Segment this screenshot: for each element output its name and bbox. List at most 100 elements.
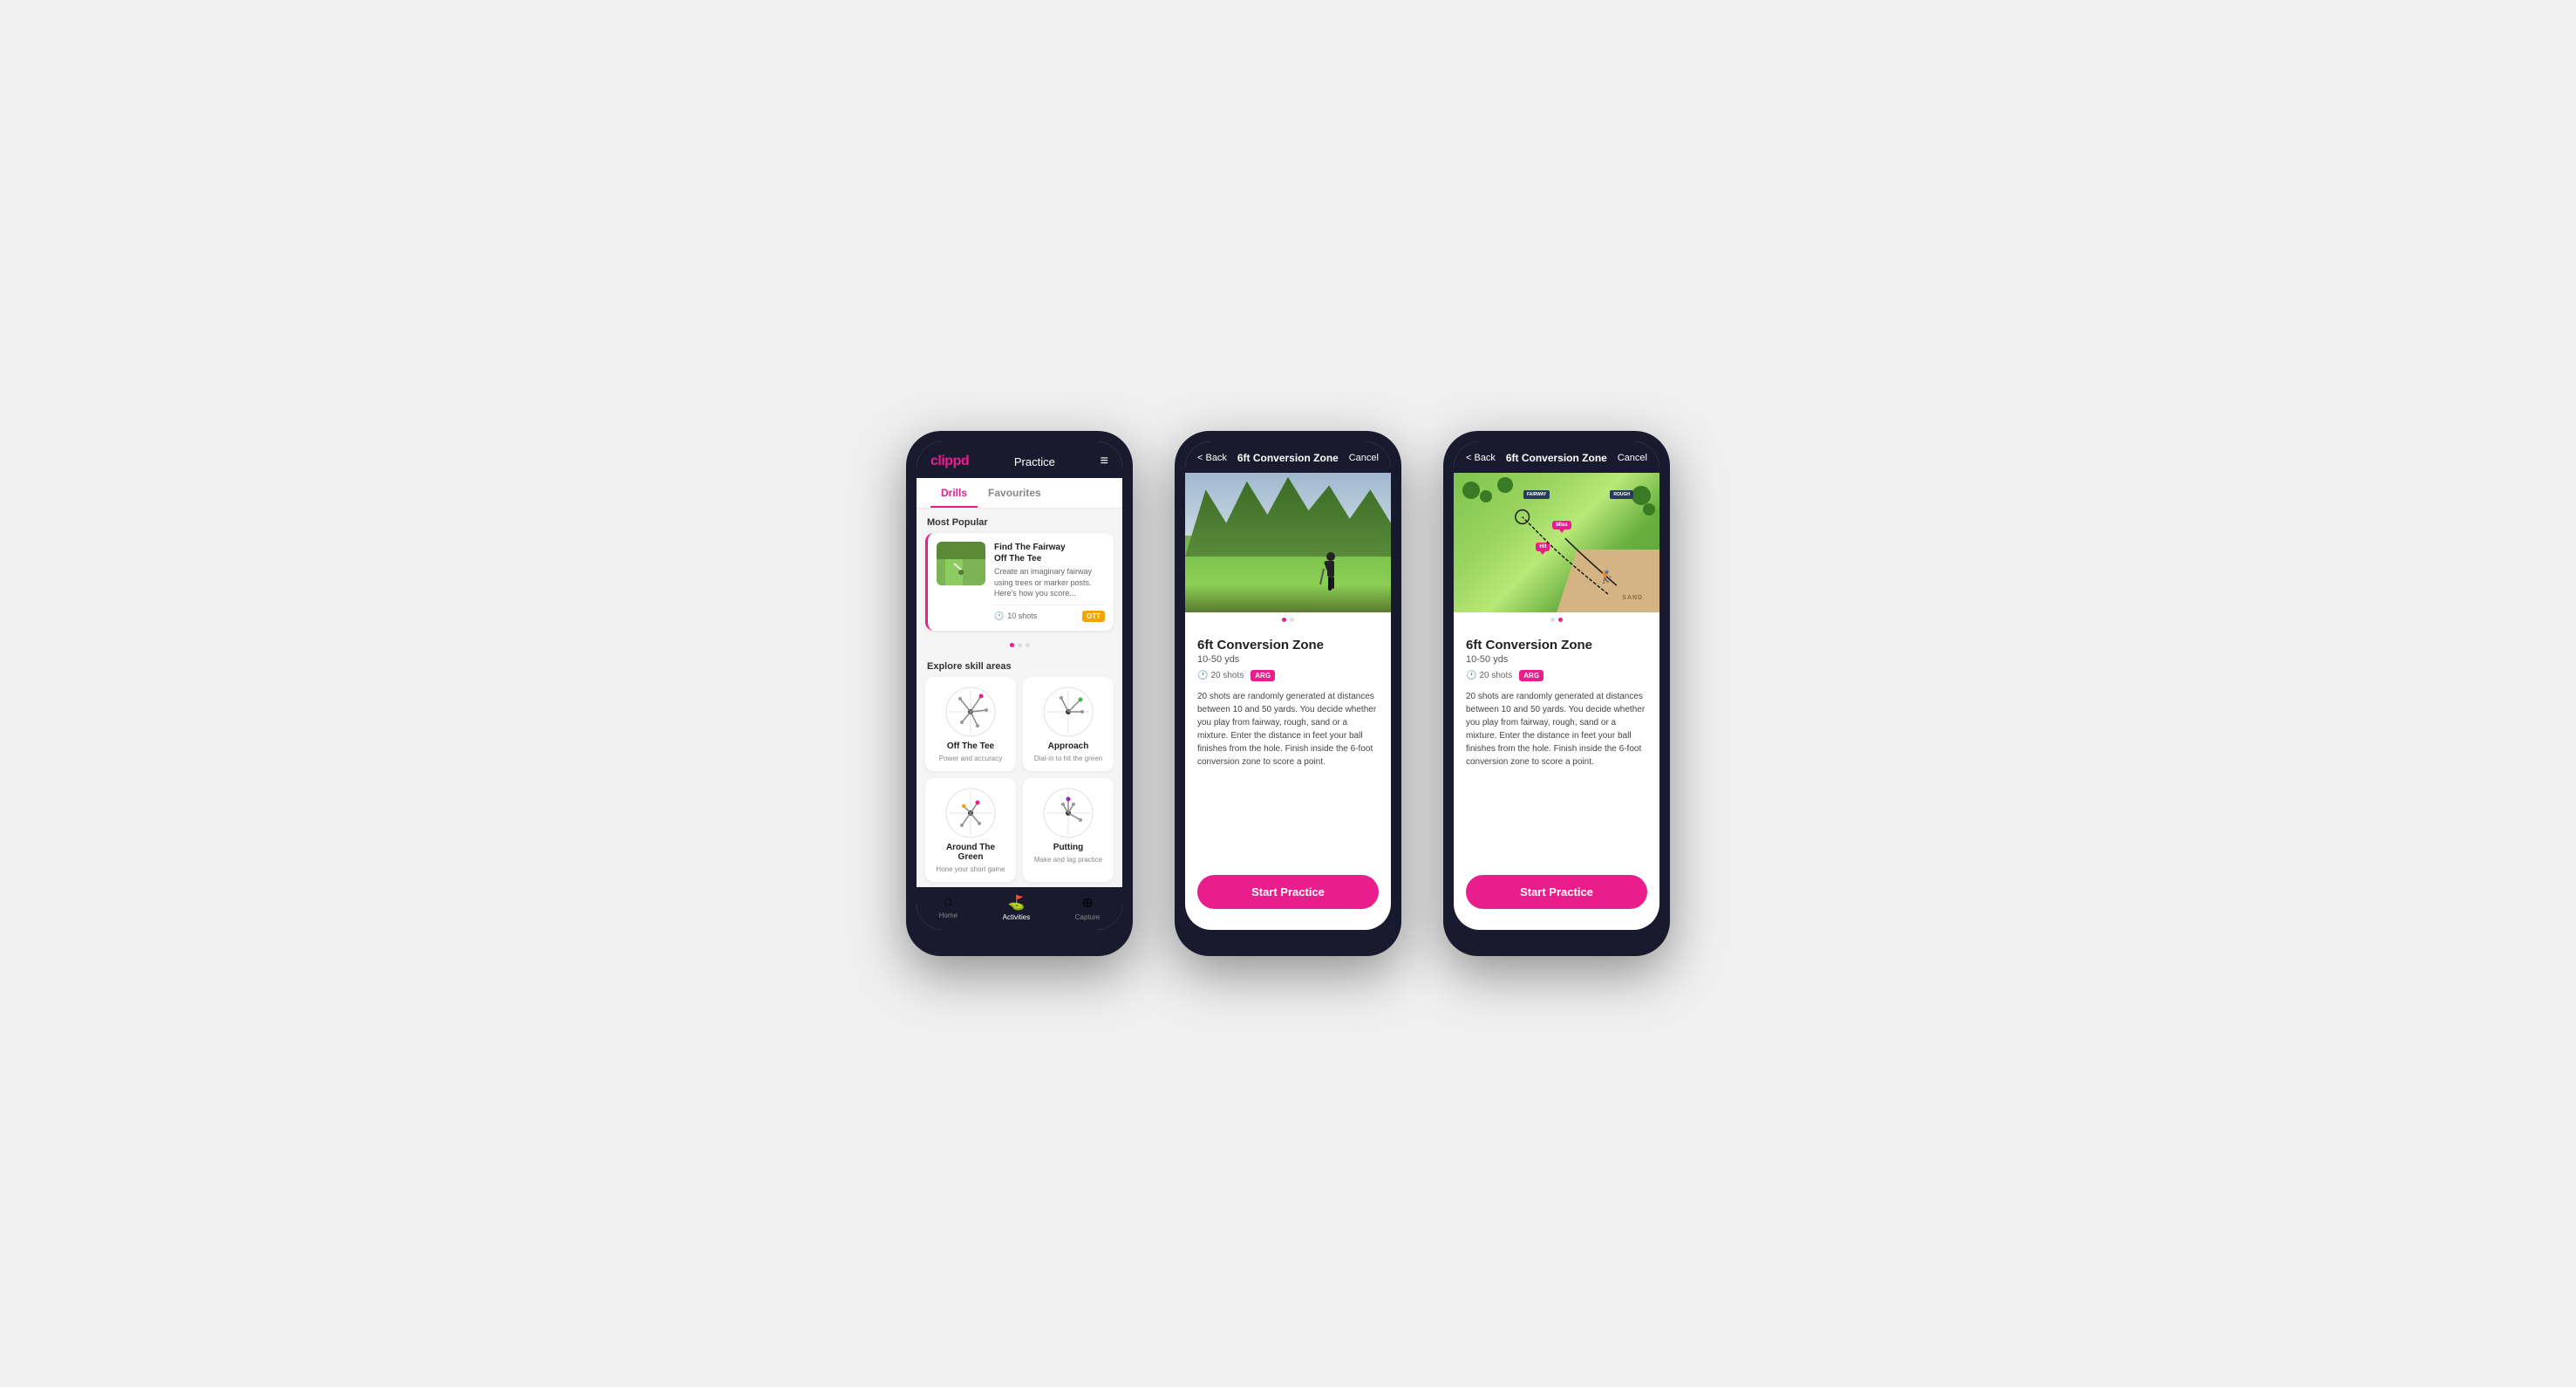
clock-icon-3: 🕐 xyxy=(1466,671,1476,680)
bottom-nav: ⌂ Home ⛳ Activities ⊕ Capture xyxy=(917,887,1122,930)
clock-icon-2: 🕐 xyxy=(1197,671,1208,680)
phone-1-scroll[interactable]: Most Popular Find The Fairway xyxy=(917,509,1122,887)
phone-2-scroll[interactable]: 6ft Conversion Zone 10-50 yds 🕐 20 shots… xyxy=(1185,473,1391,866)
capture-icon: ⊕ xyxy=(1081,894,1093,912)
phone-3-content: 6ft Conversion Zone 10-50 yds 🕐 20 shots… xyxy=(1454,627,1659,779)
skill-approach-desc: Dial-in to hit the green xyxy=(1034,755,1102,762)
phone-1: clippd Practice ≡ Drills Favourites Most… xyxy=(906,431,1133,956)
phone-3-footer: Start Practice xyxy=(1454,866,1659,930)
home-icon: ⌂ xyxy=(944,894,953,910)
drill-meta-2: 🕐 20 shots ARG xyxy=(1197,670,1379,681)
tab-drills[interactable]: Drills xyxy=(930,478,978,508)
skill-approach-name: Approach xyxy=(1048,741,1089,751)
activities-icon: ⛳ xyxy=(1007,894,1025,912)
nav-home[interactable]: ⌂ Home xyxy=(939,894,957,921)
path-lines xyxy=(1454,473,1659,612)
atg-icon xyxy=(944,787,997,839)
tag-ott: OTT xyxy=(1082,611,1105,622)
map-golfer: 🏌️ xyxy=(1599,570,1614,584)
nav-capture-label: Capture xyxy=(1075,913,1100,921)
phone-2: < Back 6ft Conversion Zone Cancel xyxy=(1175,431,1401,956)
nav-home-label: Home xyxy=(939,912,957,919)
drill-desc-2: 20 shots are randomly generated at dista… xyxy=(1197,690,1379,769)
skill-ott-name: Off The Tee xyxy=(947,741,994,751)
golf-photo xyxy=(1185,473,1391,612)
phone-2-title: 6ft Conversion Zone xyxy=(1237,452,1339,464)
phone-3-header: < Back 6ft Conversion Zone Cancel xyxy=(1454,441,1659,473)
phone-2-screen: < Back 6ft Conversion Zone Cancel xyxy=(1185,441,1391,930)
tab-favourites[interactable]: Favourites xyxy=(978,478,1052,508)
skill-atg-desc: Hone your short game xyxy=(936,865,1005,873)
skill-card-atg[interactable]: Around The Green Hone your short game xyxy=(925,778,1016,882)
drill-thumbnail xyxy=(937,542,985,585)
drill-desc-3: 20 shots are randomly generated at dista… xyxy=(1466,690,1647,769)
skill-card-approach[interactable]: Approach Dial-in to hit the green xyxy=(1023,677,1114,771)
start-practice-button-3[interactable]: Start Practice xyxy=(1466,875,1647,909)
back-button-3[interactable]: < Back xyxy=(1466,453,1496,463)
phone-2-header: < Back 6ft Conversion Zone Cancel xyxy=(1185,441,1391,473)
putting-icon xyxy=(1042,787,1094,839)
drill-sub-3: 10-50 yds xyxy=(1466,654,1647,665)
dot-1 xyxy=(1010,643,1014,647)
drill-title-3: 6ft Conversion Zone xyxy=(1466,638,1647,653)
phone-1-screen: clippd Practice ≡ Drills Favourites Most… xyxy=(917,441,1122,930)
drill-sub-2: 10-50 yds xyxy=(1197,654,1379,665)
cancel-button-3[interactable]: Cancel xyxy=(1618,453,1647,463)
drill-thumb-svg xyxy=(937,542,985,585)
image-dots-2 xyxy=(1185,612,1391,627)
phone-2-content: 6ft Conversion Zone 10-50 yds 🕐 20 shots… xyxy=(1185,627,1391,779)
dot-b xyxy=(1290,618,1294,622)
drill-image-3: FAIRWAY ROUGH SAND Miss Hit xyxy=(1454,473,1659,612)
approach-icon xyxy=(1042,686,1094,738)
phone-2-footer: Start Practice xyxy=(1185,866,1391,930)
drill-description: Create an imaginary fairway using trees … xyxy=(994,566,1105,599)
home-bar xyxy=(985,937,1054,942)
skill-grid: Off The Tee Power and accuracy xyxy=(917,677,1122,887)
start-practice-button-2[interactable]: Start Practice xyxy=(1197,875,1379,909)
drill-image-2 xyxy=(1185,473,1391,612)
home-bar-3 xyxy=(1522,937,1591,942)
phone-3: < Back 6ft Conversion Zone Cancel xyxy=(1443,431,1670,956)
drill-title-2: 6ft Conversion Zone xyxy=(1197,638,1379,653)
golf-map: FAIRWAY ROUGH SAND Miss Hit xyxy=(1454,473,1659,612)
home-bar-2 xyxy=(1253,937,1323,942)
nav-capture[interactable]: ⊕ Capture xyxy=(1075,894,1100,921)
tag-arg-3: ARG xyxy=(1519,670,1544,681)
dot-d xyxy=(1558,618,1563,622)
shots-info-2: 🕐 20 shots xyxy=(1197,671,1244,680)
skill-card-putting[interactable]: Putting Make and lag practice xyxy=(1023,778,1114,882)
drill-card-find-fairway[interactable]: Find The Fairway Off The Tee Create an i… xyxy=(925,533,1114,631)
scene: clippd Practice ≡ Drills Favourites Most… xyxy=(854,379,1722,1008)
menu-icon[interactable]: ≡ xyxy=(1101,454,1108,469)
drill-shots: 🕐 10 shots xyxy=(994,612,1037,621)
dot-3 xyxy=(1026,643,1030,647)
skill-putting-name: Putting xyxy=(1053,843,1083,852)
drill-card-footer: 🕐 10 shots OTT xyxy=(994,605,1105,622)
golfer-svg xyxy=(1319,551,1343,599)
most-popular-label: Most Popular xyxy=(917,509,1122,533)
drill-title: Find The Fairway Off The Tee xyxy=(994,542,1105,564)
phone-1-header: clippd Practice ≡ xyxy=(917,441,1122,478)
skill-atg-name: Around The Green xyxy=(934,843,1007,862)
dot-c xyxy=(1550,618,1555,622)
skill-card-ott[interactable]: Off The Tee Power and accuracy xyxy=(925,677,1016,771)
nav-activities-label: Activities xyxy=(1003,913,1031,921)
phone-3-screen: < Back 6ft Conversion Zone Cancel xyxy=(1454,441,1659,930)
shots-info-3: 🕐 20 shots xyxy=(1466,671,1512,680)
ott-icon xyxy=(944,686,997,738)
back-button-2[interactable]: < Back xyxy=(1197,453,1227,463)
explore-label: Explore skill areas xyxy=(917,653,1122,677)
dot-2 xyxy=(1018,643,1022,647)
image-dots-3 xyxy=(1454,612,1659,627)
drill-meta-3: 🕐 20 shots ARG xyxy=(1466,670,1647,681)
header-title: Practice xyxy=(1014,455,1055,468)
skill-ott-desc: Power and accuracy xyxy=(939,755,1002,762)
app-logo: clippd xyxy=(930,454,969,469)
carousel-dots xyxy=(917,638,1122,653)
cancel-button-2[interactable]: Cancel xyxy=(1349,453,1379,463)
phone-3-scroll[interactable]: FAIRWAY ROUGH SAND Miss Hit xyxy=(1454,473,1659,866)
phone-3-title: 6ft Conversion Zone xyxy=(1506,452,1607,464)
skill-putting-desc: Make and lag practice xyxy=(1034,856,1102,864)
nav-activities[interactable]: ⛳ Activities xyxy=(1003,894,1031,921)
tabs-row: Drills Favourites xyxy=(917,478,1122,509)
